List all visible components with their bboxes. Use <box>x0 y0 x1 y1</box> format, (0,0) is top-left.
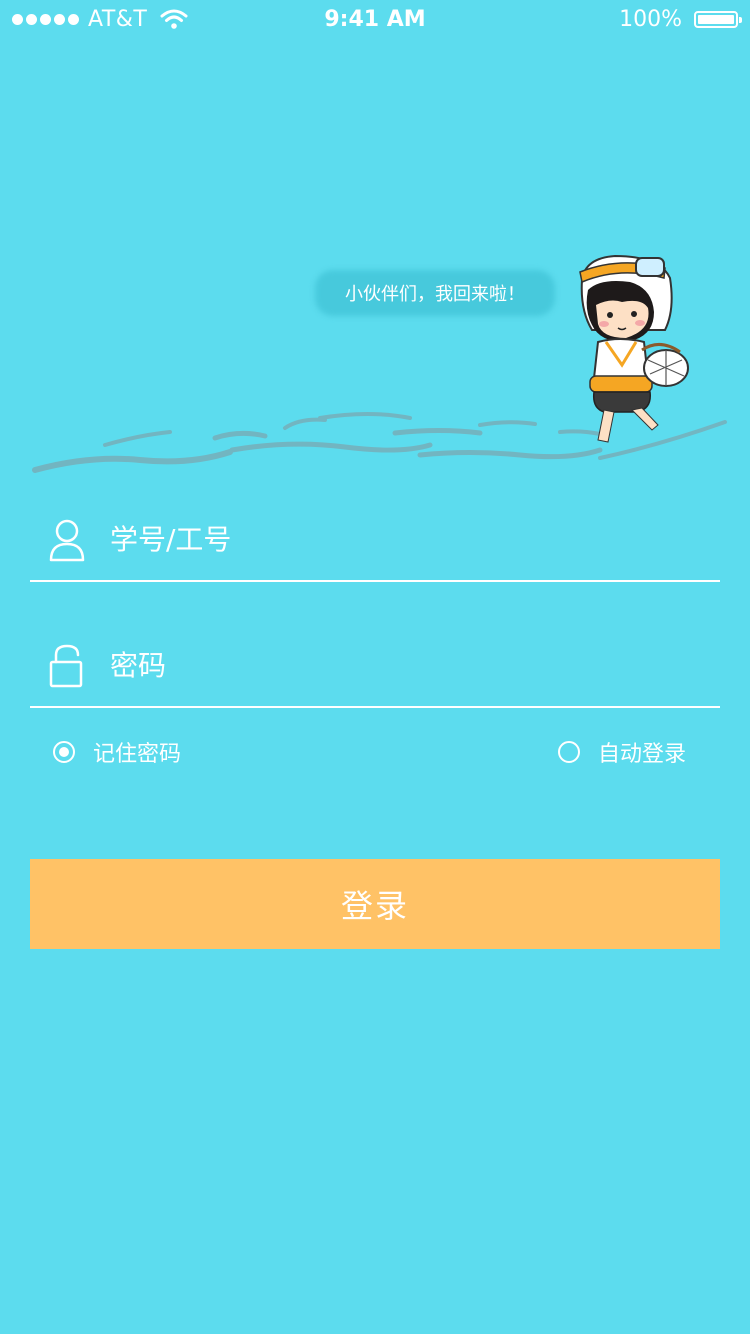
speech-bubble-text: 小伙伴们，我回来啦！ <box>345 284 525 305</box>
login-button[interactable]: 登录 <box>30 859 720 949</box>
auto-login-option[interactable]: 自动登录 <box>558 736 686 768</box>
auto-login-label: 自动登录 <box>598 742 687 767</box>
remember-password-label: 记住密码 <box>93 742 182 767</box>
password-field[interactable] <box>30 618 720 708</box>
username-input[interactable] <box>110 514 700 564</box>
auto-login-radio[interactable] <box>558 741 580 763</box>
battery-icon <box>694 11 742 28</box>
remember-password-option[interactable]: 记住密码 <box>53 736 181 768</box>
user-icon <box>49 519 85 562</box>
status-bar: AT&T 9:41 AM 100% <box>0 0 750 40</box>
speech-bubble: 小伙伴们，我回来啦！ <box>315 270 555 316</box>
remember-password-radio[interactable] <box>53 741 75 763</box>
diver-character-illustration <box>579 254 689 443</box>
username-field[interactable] <box>30 492 720 582</box>
unlock-icon <box>49 644 83 688</box>
battery-percentage: 100% <box>619 7 682 32</box>
password-input[interactable] <box>110 640 700 690</box>
